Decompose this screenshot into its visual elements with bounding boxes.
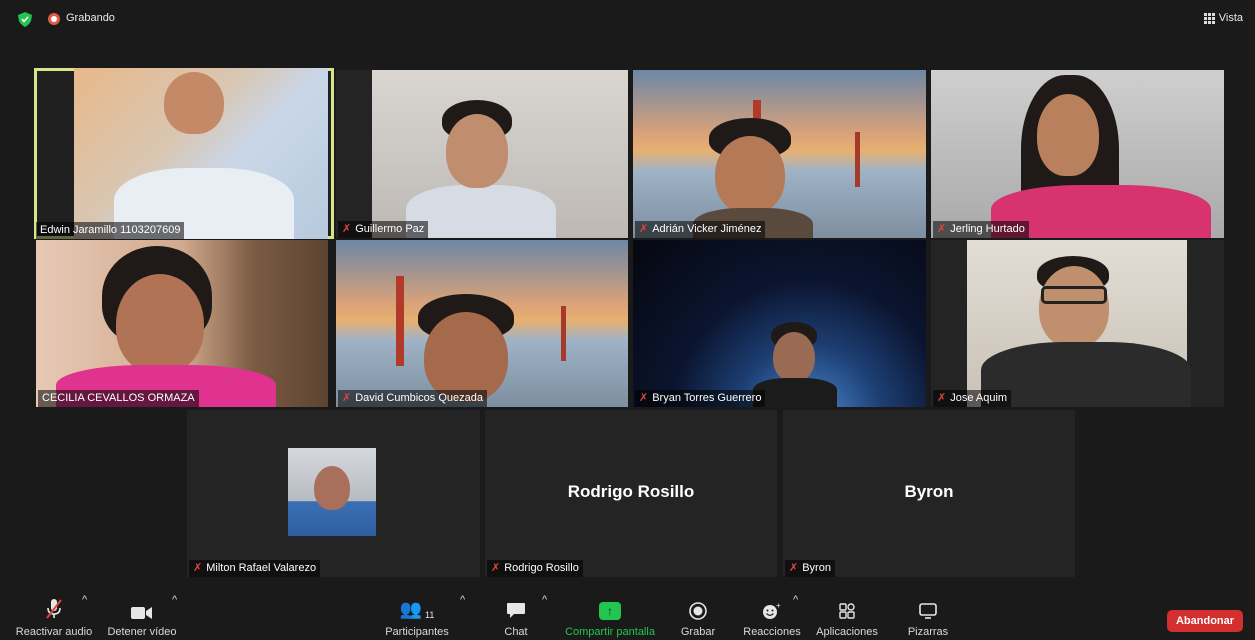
glasses (1041, 286, 1107, 304)
view-label: Vista (1218, 12, 1243, 24)
chat-button[interactable]: Chat (496, 594, 536, 638)
participant-display-name: Rodrigo Rosillo (567, 482, 695, 501)
share-screen-label: Compartir pantalla (565, 626, 655, 638)
reactions-label: Reacciones (743, 626, 801, 638)
video-tile-bryan-torres[interactable]: ✗ Bryan Torres Guerrero (633, 240, 926, 407)
record-button[interactable]: Grabar (676, 594, 720, 638)
video-tile-rodrigo-rosillo[interactable]: Rodrigo Rosillo ✗ Rodrigo Rosillo (485, 410, 777, 577)
participant-name: Edwin Jaramillo 1103207609 (36, 222, 185, 239)
video-tile-jerling-hurtado[interactable]: ✗ Jerling Hurtado (931, 70, 1224, 238)
reactions-options-chevron-icon[interactable]: ^ (793, 594, 798, 606)
participant-name: ✗ Jose Aquim (933, 390, 1012, 407)
video-tile-byron[interactable]: Byron ✗ Byron (783, 410, 1075, 577)
video-camera-icon (104, 594, 180, 620)
apps-label: Aplicaciones (816, 626, 878, 638)
muted-mic-icon: ✗ (193, 562, 203, 574)
muted-mic-icon: ✗ (937, 392, 947, 404)
participant-name: ✗ Byron (785, 560, 835, 577)
muted-mic-icon: ✗ (491, 562, 501, 574)
participant-name: ✗ Jerling Hurtado (933, 221, 1029, 238)
participant-figure (981, 342, 1191, 407)
participant-name: CECILIA CEVALLOS ORMAZA (38, 390, 199, 407)
share-icon-wrap: ↑ (562, 594, 658, 620)
share-screen-button[interactable]: ↑ Compartir pantalla (562, 594, 658, 638)
record-icon (676, 594, 720, 620)
participant-face (116, 274, 204, 374)
participant-face (314, 466, 350, 510)
top-bar: Grabando Vista (0, 0, 1255, 40)
muted-mic-icon: ✗ (937, 223, 947, 235)
whiteboards-button[interactable]: Pizarras (904, 594, 952, 638)
bridge-tower (855, 132, 860, 187)
participant-face (424, 312, 508, 402)
muted-mic-icon: ✗ (789, 562, 799, 574)
chat-label: Chat (504, 626, 528, 638)
audio-options-chevron-icon[interactable]: ^ (82, 594, 87, 606)
participants-icon-wrap: 👥 11 (380, 594, 454, 620)
muted-mic-icon: ✗ (639, 223, 649, 235)
stop-video-label: Detener vídeo (107, 626, 177, 638)
bridge-tower (561, 306, 566, 361)
video-tile-david-cumbicos[interactable]: ✗ David Cumbicos Quezada (336, 240, 628, 407)
video-tile-guillermo-paz[interactable]: ✗ Guillermo Paz (336, 70, 628, 238)
participant-name: ✗ Rodrigo Rosillo (487, 560, 583, 577)
muted-mic-icon: ✗ (342, 392, 352, 404)
participant-face (164, 72, 224, 134)
participant-face (715, 136, 785, 214)
share-screen-icon: ↑ (599, 602, 621, 620)
apps-icon (812, 594, 882, 620)
muted-mic-icon: ✗ (639, 392, 649, 404)
video-tile-adrian-vicker[interactable]: ✗ Adrián Vicker Jiménez (633, 70, 926, 238)
video-tile-edwin-jaramillo[interactable]: Edwin Jaramillo 1103207609 (34, 68, 334, 239)
whiteboards-label: Pizarras (907, 626, 949, 638)
muted-mic-icon: ✗ (342, 223, 352, 235)
grid-view-icon (1203, 12, 1215, 24)
video-tile-milton-valarezo[interactable]: ✗ Milton Rafael Valarezo (187, 410, 480, 577)
participants-icon: 👥 (399, 599, 423, 619)
svg-text:+: + (776, 602, 781, 610)
participant-face (446, 114, 508, 188)
participant-display-name: Byron (904, 482, 954, 501)
meeting-toolbar: Reactivar audio ^ Detener vídeo ^ 👥 11 P… (0, 594, 1255, 640)
participant-face (1039, 266, 1109, 348)
chat-bubble-icon (496, 594, 536, 620)
participants-options-chevron-icon[interactable]: ^ (460, 594, 465, 606)
whiteboard-icon (904, 594, 952, 620)
record-label: Grabar (680, 626, 716, 638)
leave-meeting-button[interactable]: Abandonar (1167, 610, 1243, 632)
participant-face (1037, 94, 1099, 176)
participant-name: ✗ David Cumbicos Quezada (338, 390, 488, 407)
bridge-tower (396, 276, 404, 366)
participants-button[interactable]: 👥 11 Participantes (380, 594, 454, 638)
participant-figure (753, 378, 837, 407)
participant-name: ✗ Guillermo Paz (338, 221, 429, 238)
participants-label: Participantes (385, 626, 449, 638)
video-tile-cecilia-cevallos[interactable]: CECILIA CEVALLOS ORMAZA (36, 240, 328, 407)
video-options-chevron-icon[interactable]: ^ (172, 594, 177, 606)
unmute-label: Reactivar audio (15, 626, 93, 638)
recording-icon (48, 13, 60, 25)
participants-count: 11 (425, 610, 435, 620)
participant-figure (406, 185, 556, 238)
video-tile-jose-aquim[interactable]: ✗ Jose Aquim (931, 240, 1224, 407)
apps-button[interactable]: Aplicaciones (812, 594, 882, 638)
view-button[interactable]: Vista (1203, 12, 1243, 24)
security-shield-icon[interactable] (18, 12, 32, 27)
chat-options-chevron-icon[interactable]: ^ (542, 594, 547, 606)
participant-name: ✗ Adrián Vicker Jiménez (635, 221, 766, 238)
participant-name: ✗ Bryan Torres Guerrero (635, 390, 766, 407)
participant-name: ✗ Milton Rafael Valarezo (189, 560, 321, 577)
participant-face (773, 332, 815, 382)
recording-label: Grabando (66, 12, 115, 24)
stop-video-button[interactable]: Detener vídeo (104, 594, 180, 638)
